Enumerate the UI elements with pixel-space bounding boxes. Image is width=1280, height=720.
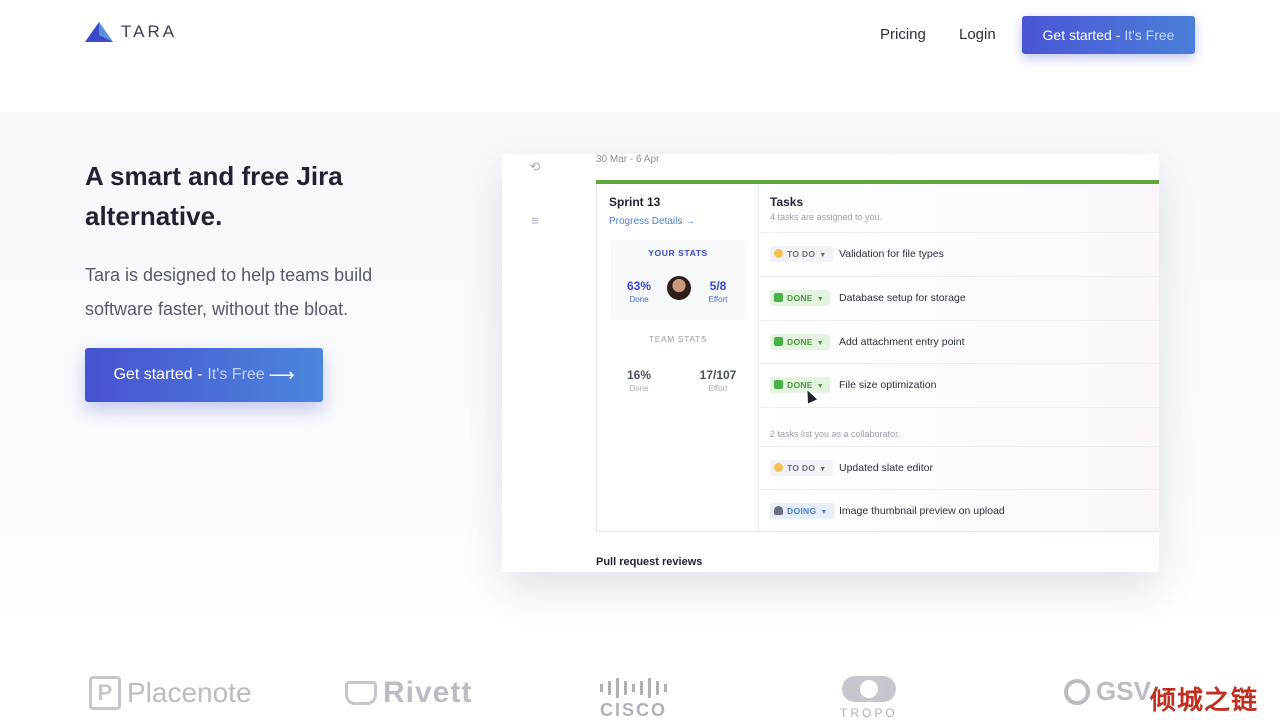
- doing-emoji-icon: [774, 506, 783, 515]
- nav-login-link[interactable]: Login: [959, 26, 996, 43]
- hero-cta-free-text: It's Free: [207, 366, 265, 383]
- team-effort-value: 17/107: [699, 368, 737, 382]
- your-effort-label: Effort: [708, 295, 728, 304]
- your-effort-value: 5/8: [709, 279, 727, 293]
- hero-get-started-button[interactable]: Get started - It's Free ⟶: [85, 348, 323, 402]
- gsv-wordmark: GSV: [1096, 676, 1151, 706]
- hero-cta-main-text: Get started -: [113, 366, 203, 383]
- cta-free-text: It's Free: [1124, 27, 1175, 43]
- team-done-label: Done: [629, 384, 649, 393]
- caret-down-icon: ▼: [816, 296, 824, 303]
- rivett-logo: Rivett: [345, 676, 472, 710]
- todo-emoji-icon: [774, 249, 783, 258]
- team-done-value: 16%: [626, 368, 652, 382]
- status-label: DONE: [787, 337, 813, 347]
- status-label: DONE: [787, 293, 813, 303]
- caret-down-icon: ▼: [819, 252, 827, 259]
- check-icon: [774, 293, 783, 302]
- roadmap-icon: ≡: [531, 213, 539, 228]
- logo-text: TARA: [121, 22, 178, 41]
- todo-emoji-icon: [774, 463, 783, 472]
- rivett-wordmark: Rivett: [383, 676, 473, 709]
- history-icon: ⟲: [529, 159, 541, 174]
- site-header: TARA Pricing Login Get started - It's Fr…: [0, 0, 1280, 80]
- rivett-mark-icon: [345, 681, 377, 705]
- tasks-title: Tasks: [770, 195, 804, 209]
- tropo-logo: TROPO: [840, 676, 898, 720]
- task-label: Database setup for storage: [839, 292, 966, 304]
- status-dropdown[interactable]: DONE ▼: [770, 377, 830, 393]
- gsv-mark-icon: [1064, 678, 1090, 705]
- task-label: Updated slate editor: [839, 462, 933, 474]
- tropo-wordmark: TROPO: [840, 706, 898, 720]
- your-done-value: 63%: [626, 279, 652, 293]
- check-icon: [774, 380, 783, 389]
- tasks-subtitle: 4 tasks are assigned to you.: [770, 212, 883, 222]
- caret-down-icon: ▼: [819, 466, 827, 473]
- task-label: Add attachment entry point: [839, 336, 965, 348]
- placenote-wordmark: Placenote: [127, 677, 252, 708]
- watermark-text: 倾城之链: [1150, 686, 1259, 716]
- cisco-bars-icon: [600, 678, 667, 698]
- hero-title: A smart and free Jira alternative.: [85, 161, 343, 231]
- avatar: [667, 276, 691, 300]
- tara-logo-icon: [85, 22, 113, 42]
- sprint-column: Sprint 13 Progress Details → YOUR STATS …: [597, 184, 759, 531]
- arrow-right-icon: ⟶: [268, 364, 295, 385]
- status-dropdown[interactable]: TO DO ▼: [770, 246, 833, 262]
- team-effort-label: Effort: [708, 384, 728, 393]
- sprint-panel: Sprint 13 Progress Details → YOUR STATS …: [596, 184, 1159, 532]
- cta-main-text: Get started -: [1042, 27, 1121, 43]
- placenote-logo: P Placenote: [89, 676, 252, 710]
- your-done-label: Done: [629, 295, 649, 304]
- status-label: TO DO: [787, 249, 816, 259]
- hero-subtitle: Tara is designed to help teams build sof…: [85, 265, 373, 319]
- check-icon: [774, 337, 783, 346]
- header-get-started-button[interactable]: Get started - It's Free: [1022, 16, 1195, 54]
- team-stats-heading: TEAM STATS: [648, 334, 708, 344]
- tara-logo[interactable]: TARA: [85, 22, 177, 42]
- sprint-title: Sprint 13: [609, 195, 661, 209]
- caret-down-icon: ▼: [820, 509, 828, 516]
- status-dropdown[interactable]: DONE ▼: [770, 334, 830, 350]
- app-preview-screenshot: ⟲ ≡ 30 Mar - 6 Apr Sprint 13 Progress De…: [502, 154, 1159, 572]
- status-label: DOING: [787, 506, 817, 516]
- status-dropdown[interactable]: DOING ▼: [770, 503, 834, 519]
- task-label: File size optimization: [839, 379, 937, 391]
- task-row[interactable]: DONE ▼ Add attachment entry point: [760, 320, 1159, 364]
- collaborator-section: [760, 407, 1159, 445]
- nav-pricing-link[interactable]: Pricing: [880, 26, 926, 43]
- status-dropdown[interactable]: DONE ▼: [770, 290, 830, 306]
- progress-details-link[interactable]: Progress Details →: [609, 216, 695, 227]
- placenote-mark: P: [89, 676, 121, 710]
- sprint-date-range: 30 Mar - 6 Apr: [596, 154, 660, 165]
- tasks-column: Tasks 4 tasks are assigned to you. TO DO…: [760, 184, 1159, 531]
- collaborator-note: 2 tasks list you as a collaborator.: [770, 429, 901, 439]
- customer-logos: P Placenote Rivett CISCO TROPO GSV: [0, 660, 1280, 720]
- task-row[interactable]: TO DO ▼ Validation for file types: [760, 232, 1159, 276]
- status-label: TO DO: [787, 463, 816, 473]
- status-dropdown[interactable]: TO DO ▼: [770, 460, 833, 476]
- pull-request-heading: Pull request reviews: [596, 556, 703, 568]
- task-row[interactable]: DONE ▼ File size optimization: [760, 363, 1159, 407]
- gsv-logo: GSV: [1064, 676, 1151, 707]
- task-row[interactable]: DOING ▼ Image thumbnail preview on upload: [760, 489, 1159, 533]
- caret-down-icon: ▼: [816, 340, 824, 347]
- your-stats-heading: YOUR STATS: [648, 248, 708, 258]
- tropo-mark-icon: [841, 676, 896, 702]
- task-label: Image thumbnail preview on upload: [839, 505, 1005, 517]
- task-row[interactable]: TO DO ▼ Updated slate editor: [760, 446, 1159, 490]
- cisco-wordmark: CISCO: [600, 700, 668, 720]
- task-label: Validation for file types: [839, 248, 944, 260]
- task-row[interactable]: DONE ▼ Database setup for storage: [760, 276, 1159, 320]
- cisco-logo: CISCO: [600, 678, 667, 720]
- caret-down-icon: ▼: [816, 383, 824, 390]
